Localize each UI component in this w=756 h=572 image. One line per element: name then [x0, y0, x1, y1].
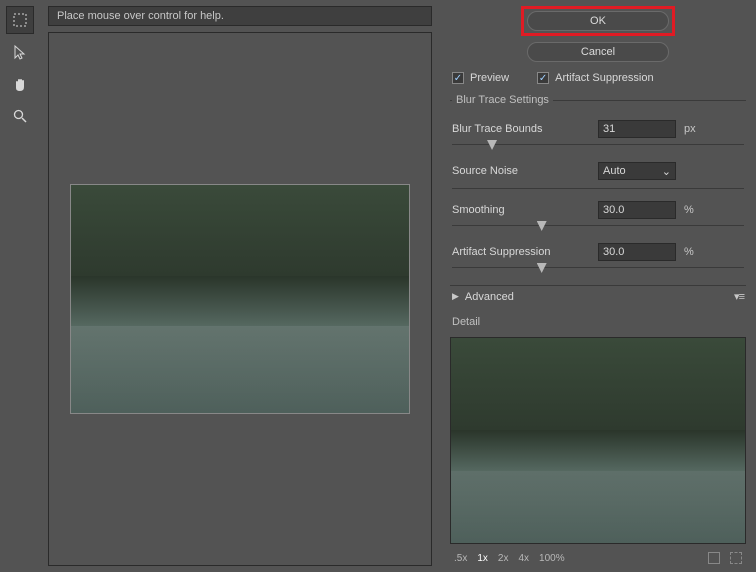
slider-thumb-icon [537, 221, 547, 231]
dock-icon[interactable] [730, 552, 742, 564]
settings-pane: OK Cancel ✓ Preview ✓ Artifact Suppressi… [440, 0, 756, 572]
detail-title: Detail [450, 313, 746, 331]
selection-tool[interactable] [6, 6, 34, 34]
marquee-icon [12, 12, 28, 28]
checkbox-icon: ✓ [537, 72, 549, 84]
bounds-input[interactable] [598, 120, 676, 138]
noise-select[interactable]: Auto ⌄ [598, 162, 676, 180]
hint-bar: Place mouse over control for help. [48, 6, 432, 26]
zoom-4x[interactable]: 4x [518, 553, 529, 564]
zoom-0-5x[interactable]: .5x [454, 553, 467, 564]
group-title: Blur Trace Settings [452, 94, 553, 106]
zoom-tool[interactable] [6, 102, 34, 130]
smoothing-label: Smoothing [452, 204, 590, 216]
bounds-label: Blur Trace Bounds [452, 123, 590, 135]
hand-icon [12, 76, 28, 92]
zoom-1x[interactable]: 1x [477, 553, 488, 564]
suppression-unit: % [684, 246, 700, 258]
artifact-label: Artifact Suppression [555, 72, 653, 84]
hand-tool[interactable] [6, 70, 34, 98]
slider-thumb-icon [537, 263, 547, 273]
ok-highlight: OK [521, 6, 675, 36]
direct-select-tool[interactable] [6, 38, 34, 66]
blur-trace-settings-group: Blur Trace Settings Blur Trace Bounds px… [450, 94, 746, 279]
preview-pane: Place mouse over control for help. [40, 0, 440, 572]
zoom-icon [12, 108, 28, 124]
smoothing-input[interactable] [598, 201, 676, 219]
slider-thumb-icon [487, 140, 497, 150]
suppression-input[interactable] [598, 243, 676, 261]
advanced-disclosure[interactable]: ▶ Advanced ▾≡ [450, 285, 746, 307]
bounds-unit: px [684, 123, 700, 135]
panel-menu-icon[interactable]: ▾≡ [734, 290, 744, 303]
advanced-label: Advanced [465, 291, 514, 303]
zoom-100pct[interactable]: 100% [539, 553, 565, 564]
smoothing-unit: % [684, 204, 700, 216]
artifact-suppression-checkbox[interactable]: ✓ Artifact Suppression [537, 72, 653, 84]
preview-label: Preview [470, 72, 509, 84]
preview-image [70, 184, 410, 414]
preview-checkbox[interactable]: ✓ Preview [452, 72, 509, 84]
cancel-button[interactable]: Cancel [527, 42, 669, 62]
preview-canvas[interactable] [48, 32, 432, 566]
checkbox-icon: ✓ [452, 72, 464, 84]
suppression-label: Artifact Suppression [452, 246, 590, 258]
smoothing-slider[interactable] [452, 221, 744, 231]
pointer-icon [12, 44, 28, 60]
ok-button[interactable]: OK [527, 11, 669, 31]
triangle-right-icon: ▶ [452, 291, 459, 302]
chevron-down-icon: ⌄ [662, 165, 671, 178]
undock-icon[interactable] [708, 552, 720, 564]
zoom-2x[interactable]: 2x [498, 553, 509, 564]
tool-palette [0, 0, 40, 572]
detail-footer: .5x 1x 2x 4x 100% [450, 550, 746, 566]
detail-loupe[interactable] [450, 337, 746, 544]
suppression-slider[interactable] [452, 263, 744, 273]
noise-label: Source Noise [452, 165, 590, 177]
bounds-slider[interactable] [452, 140, 744, 150]
